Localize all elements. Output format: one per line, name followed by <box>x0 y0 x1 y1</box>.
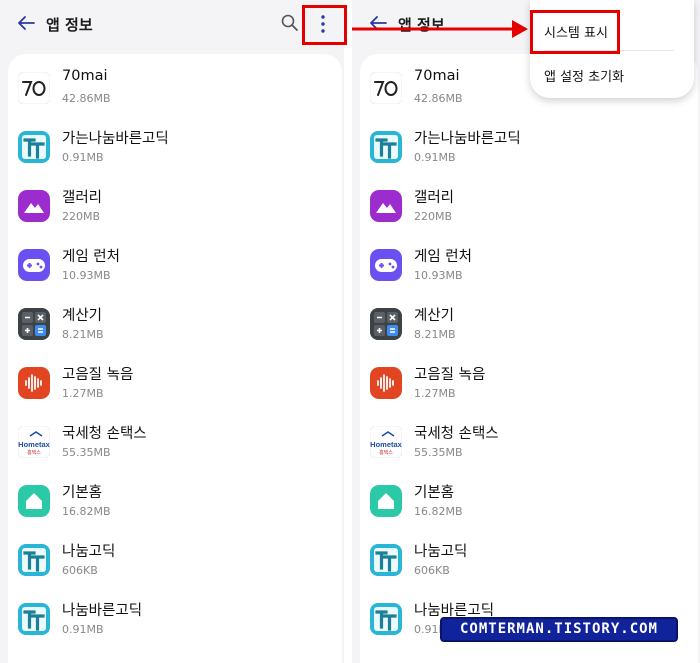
app-list-item[interactable]: 나눔고딕 606KB <box>8 531 342 590</box>
font-tt-icon <box>370 544 402 576</box>
app-size: 220MB <box>414 210 453 223</box>
highlight-show-system <box>530 10 620 54</box>
app-name: 갤러리 <box>62 190 103 206</box>
voice-recorder-icon <box>18 367 50 399</box>
watermark-banner: COMTERMAN.TISTORY.COM <box>440 617 678 642</box>
app-info-screen-left: 앱 정보 70mai 42.86MB 가는나눔바른고딕 0.91MB 갤러리 220MB 게… <box>0 0 344 663</box>
app-list-item[interactable]: 기본홈 16.82MB <box>8 472 342 531</box>
app-list-item[interactable]: 고음질 녹음 1.27MB <box>360 354 698 413</box>
app-size: 0.91MB <box>62 151 104 164</box>
70mai-logo-icon <box>17 71 51 105</box>
app-size: 10.93MB <box>414 269 463 282</box>
calculator-icon <box>370 308 402 340</box>
app-name: 계산기 <box>62 308 103 324</box>
app-list-item[interactable]: 갤러리 220MB <box>8 177 342 236</box>
hometax-logo-subtext: 홈택스 <box>379 449 393 456</box>
app-name: 고음질 녹음 <box>62 367 134 383</box>
app-name: 국세청 손택스 <box>414 426 499 442</box>
app-list-item[interactable]: 게임 런처 10.93MB <box>360 236 698 295</box>
font-tt-icon <box>18 603 50 635</box>
app-name: 계산기 <box>414 308 455 324</box>
top-app-bar: 앱 정보 <box>0 0 344 48</box>
back-arrow-icon[interactable] <box>14 11 38 35</box>
app-name: 고음질 녹음 <box>414 367 486 383</box>
app-list-item[interactable]: 갤러리 220MB <box>360 177 698 236</box>
app-name: 70mai <box>62 68 108 84</box>
menu-item-reset-app-settings[interactable]: 앱 설정 초기화 <box>544 66 624 85</box>
app-list-item[interactable]: 가는나눔바른고딕 0.91MB <box>360 118 698 177</box>
app-name: 나눔고딕 <box>414 544 468 560</box>
search-icon[interactable] <box>280 13 300 33</box>
app-list-item[interactable]: Hometax 홈택스 국세청 손택스 55.35MB <box>8 413 342 472</box>
app-list-item[interactable]: 계산기 8.21MB <box>360 295 698 354</box>
voice-recorder-icon <box>370 367 402 399</box>
app-name: 기본홈 <box>62 485 103 501</box>
font-tt-icon <box>18 544 50 576</box>
app-name: 나눔바른고딕 <box>62 603 143 619</box>
home-icon <box>370 485 402 517</box>
app-name: 국세청 손택스 <box>62 426 147 442</box>
app-size: 10.93MB <box>62 269 111 282</box>
app-name: 70mai <box>414 68 460 84</box>
annotation-arrow <box>352 20 528 38</box>
font-tt-icon <box>370 131 402 163</box>
app-list-item[interactable]: 기본홈 16.82MB <box>360 472 698 531</box>
app-name: 가는나눔바른고딕 <box>414 131 521 147</box>
font-tt-icon <box>370 603 402 635</box>
app-list-item[interactable]: 게임 런처 10.93MB <box>8 236 342 295</box>
hometax-logo-subtext: 홈택스 <box>27 449 41 456</box>
home-icon <box>18 485 50 517</box>
hometax-icon: Hometax 홈택스 <box>369 425 403 459</box>
app-name: 게임 런처 <box>414 249 472 265</box>
app-size: 16.82MB <box>62 505 111 518</box>
app-list-item[interactable]: 계산기 8.21MB <box>8 295 342 354</box>
hometax-logo-text: Hometax <box>18 440 50 449</box>
app-size: 0.91MB <box>62 623 104 636</box>
app-list: 70mai 42.86MB 가는나눔바른고딕 0.91MB 갤러리 220MB 게임 런처 1… <box>360 54 698 663</box>
app-info-screen-right: 앱 정보 70mai 42.86MB 가는나눔바른고딕 0.91MB 갤러리 220MB 게… <box>352 0 700 663</box>
app-size: 8.21MB <box>62 328 104 341</box>
app-name: 가는나눔바른고딕 <box>62 131 169 147</box>
app-size: 42.86MB <box>414 92 463 105</box>
app-list-item[interactable]: Hometax 홈택스 국세청 손택스 55.35MB <box>360 413 698 472</box>
app-name: 나눔고딕 <box>62 544 116 560</box>
highlight-more-options <box>302 5 347 45</box>
app-list-item[interactable]: 가는나눔바른고딕 0.91MB <box>8 118 342 177</box>
app-size: 55.35MB <box>414 446 463 459</box>
app-size: 1.27MB <box>414 387 456 400</box>
70mai-logo-icon <box>369 71 403 105</box>
calculator-icon <box>18 308 50 340</box>
app-list-item[interactable]: 나눔바른고딕 0.91MB <box>8 590 342 649</box>
font-tt-icon <box>18 131 50 163</box>
gallery-icon <box>18 190 50 222</box>
gamepad-icon <box>18 249 50 281</box>
app-size: 0.91MB <box>414 151 456 164</box>
hometax-logo-text: Hometax <box>370 440 402 449</box>
app-size: 16.82MB <box>414 505 463 518</box>
app-size: 8.21MB <box>414 328 456 341</box>
app-name: 게임 런처 <box>62 249 120 265</box>
app-name: 갤러리 <box>414 190 455 206</box>
app-list: 70mai 42.86MB 가는나눔바른고딕 0.91MB 갤러리 220MB 게임 런처 1… <box>8 54 342 663</box>
app-list-item[interactable]: 70mai 42.86MB <box>8 59 342 118</box>
page-title: 앱 정보 <box>46 16 93 34</box>
app-size: 1.27MB <box>62 387 104 400</box>
app-name: 기본홈 <box>414 485 455 501</box>
app-size: 606KB <box>414 564 450 577</box>
app-size: 55.35MB <box>62 446 111 459</box>
app-size: 606KB <box>62 564 98 577</box>
app-size: 42.86MB <box>62 92 111 105</box>
gallery-icon <box>370 190 402 222</box>
app-list-item[interactable]: 나눔고딕 606KB <box>360 531 698 590</box>
app-list-item[interactable]: 고음질 녹음 1.27MB <box>8 354 342 413</box>
app-size: 220MB <box>62 210 101 223</box>
hometax-icon: Hometax 홈택스 <box>17 425 51 459</box>
gamepad-icon <box>370 249 402 281</box>
